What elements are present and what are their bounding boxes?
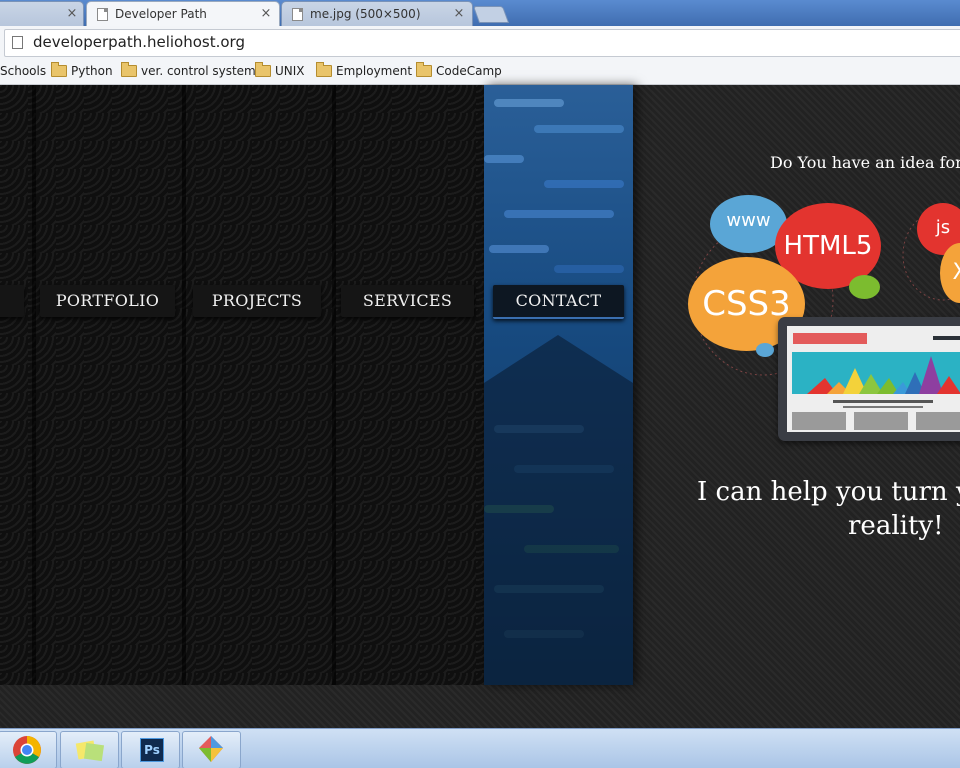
tab-label: Developer Path — [115, 7, 207, 21]
paint-icon — [199, 736, 223, 762]
code-line — [494, 99, 564, 107]
photoshop-icon: Ps — [140, 738, 164, 762]
tab-previous[interactable]: × — [0, 1, 84, 26]
monitor-screen — [787, 326, 960, 432]
hero-panel: Do You have an idea for w www HTML5 CSS3… — [633, 85, 960, 685]
taskbar-paint[interactable] — [182, 731, 241, 768]
code-line — [484, 155, 524, 163]
folder-icon — [51, 62, 67, 77]
folder-icon — [316, 62, 332, 77]
code-line — [504, 210, 614, 218]
column-divider — [332, 85, 336, 685]
taskbar: Ps — [0, 728, 960, 768]
address-bar[interactable]: developerpath.heliohost.org — [4, 29, 960, 57]
taskbar-chrome[interactable] — [0, 731, 57, 768]
new-tab-button[interactable] — [472, 6, 510, 23]
close-tab-icon[interactable]: × — [65, 2, 79, 26]
column-divider — [32, 85, 36, 685]
bookmark-label: ver. control system — [141, 64, 256, 78]
bookmark-label: CodeCamp — [436, 64, 502, 78]
idea-heading: Do You have an idea for w — [770, 153, 960, 172]
close-tab-icon[interactable]: × — [452, 2, 466, 26]
nav-button-contact[interactable]: CONTACT — [493, 285, 624, 319]
green-dot — [849, 275, 880, 299]
tab-label: me.jpg (500×500) — [310, 7, 421, 21]
folder-icon — [255, 62, 271, 77]
nav-button-portfolio[interactable]: PORTFOLIO — [40, 285, 175, 317]
folder-icon — [416, 62, 432, 77]
taskbar-sticky-notes[interactable] — [60, 731, 119, 768]
tab-strip: × Developer Path × me.jpg (500×500) × — [0, 0, 960, 26]
hero-headline-continued: reality! — [848, 511, 944, 541]
bookmark-label: Schools — [0, 64, 47, 78]
chrome-icon — [13, 736, 41, 764]
sticky-notes-icon — [75, 740, 105, 762]
page-icon — [97, 8, 108, 21]
blue-dot — [756, 343, 774, 357]
web-page: PORTFOLIO PROJECTS SERVICES CONTACT Do Y… — [0, 85, 960, 728]
monitor-illustration — [778, 317, 960, 441]
bar-graphic — [807, 356, 960, 394]
hero-headline: I can help you turn yo — [697, 477, 960, 507]
page-icon — [12, 36, 23, 49]
column-divider — [182, 85, 186, 685]
page-icon — [292, 8, 303, 21]
bookmark-label: UNIX — [275, 64, 305, 78]
code-line — [554, 265, 624, 273]
code-line — [534, 125, 624, 133]
nav-button-services[interactable]: SERVICES — [341, 285, 474, 317]
code-line — [489, 245, 549, 253]
bookmark-label: Employment — [336, 64, 413, 78]
nav-panel — [0, 85, 484, 685]
nav-button-projects[interactable]: PROJECTS — [193, 285, 321, 317]
tab-me-jpg[interactable]: me.jpg (500×500) × — [281, 1, 473, 26]
nav-button-home[interactable] — [0, 285, 24, 317]
url-text: developerpath.heliohost.org — [33, 33, 245, 51]
tab-developer-path[interactable]: Developer Path × — [86, 1, 280, 26]
active-nav-indicator — [484, 335, 633, 685]
bookmark-label: Python — [71, 64, 113, 78]
folder-icon — [121, 62, 137, 77]
close-tab-icon[interactable]: × — [259, 2, 273, 26]
screen: { "browser": { "tabs": [ {"label": "", "… — [0, 0, 960, 768]
browser-toolbar: developerpath.heliohost.org — [0, 26, 960, 59]
bookmarks-bar: Schools Python ver. control system UNIX … — [0, 58, 960, 85]
code-line — [544, 180, 624, 188]
taskbar-photoshop[interactable]: Ps — [121, 731, 180, 768]
